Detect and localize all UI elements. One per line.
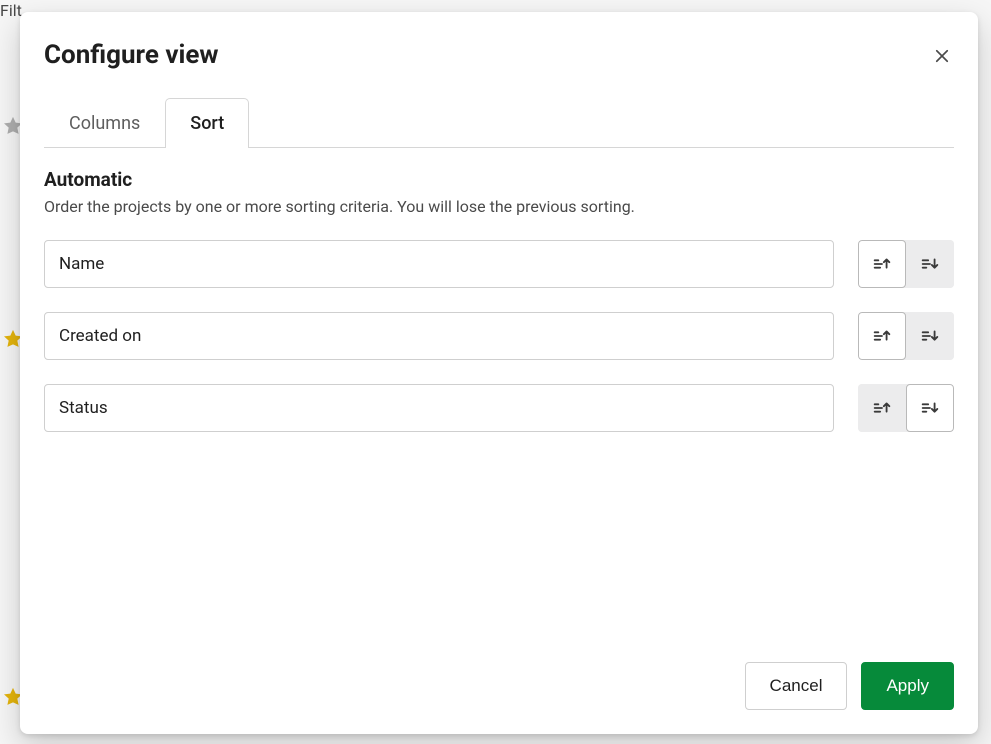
section-description: Order the projects by one or more sortin… <box>44 197 954 216</box>
modal-header: Configure view <box>20 12 978 70</box>
sort-row: Name <box>44 240 954 288</box>
sort-asc-icon <box>871 325 893 347</box>
sort-asc-button[interactable] <box>858 312 906 360</box>
tabs: Columns Sort <box>44 98 954 148</box>
close-button[interactable] <box>930 44 954 68</box>
sort-direction-toggle <box>858 312 954 360</box>
sort-field-select[interactable]: Status <box>44 384 834 432</box>
tab-sort[interactable]: Sort <box>165 98 249 148</box>
sort-field-select[interactable]: Created on <box>44 312 834 360</box>
sort-panel: Automatic Order the projects by one or m… <box>20 148 978 644</box>
sort-asc-icon <box>871 397 893 419</box>
sort-asc-button[interactable] <box>858 384 906 432</box>
bg-filter-fragment: Filt <box>0 1 22 20</box>
sort-row: Status <box>44 384 954 432</box>
sort-field-value: Created on <box>59 326 141 346</box>
close-icon <box>933 47 951 65</box>
sort-field-value: Status <box>59 398 108 418</box>
sort-direction-toggle <box>858 240 954 288</box>
sort-asc-icon <box>871 253 893 275</box>
button-label: Cancel <box>770 676 823 695</box>
tab-columns[interactable]: Columns <box>44 98 165 148</box>
sort-field-select[interactable]: Name <box>44 240 834 288</box>
apply-button[interactable]: Apply <box>861 662 954 710</box>
sort-desc-icon <box>919 397 941 419</box>
sort-direction-toggle <box>858 384 954 432</box>
tab-label: Columns <box>69 113 140 134</box>
configure-view-modal: Configure view Columns Sort Automatic Or… <box>20 12 978 734</box>
sort-desc-icon <box>919 325 941 347</box>
sort-desc-button[interactable] <box>906 240 954 288</box>
sort-field-value: Name <box>59 254 104 274</box>
sort-desc-button[interactable] <box>906 384 954 432</box>
modal-title: Configure view <box>44 40 219 70</box>
sort-asc-button[interactable] <box>858 240 906 288</box>
cancel-button[interactable]: Cancel <box>745 662 848 710</box>
tab-label: Sort <box>190 113 224 134</box>
section-title: Automatic <box>44 168 954 191</box>
sort-desc-button[interactable] <box>906 312 954 360</box>
button-label: Apply <box>886 676 929 695</box>
sort-desc-icon <box>919 253 941 275</box>
modal-footer: Cancel Apply <box>20 644 978 734</box>
sort-row: Created on <box>44 312 954 360</box>
